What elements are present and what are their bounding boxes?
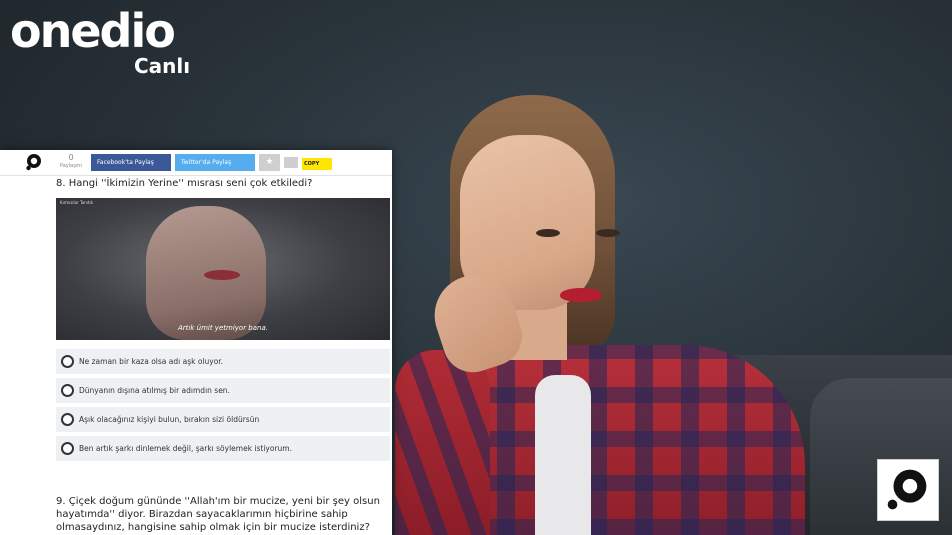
question-8-title: 8. Hangi ''İkimizin Yerine'' mısrası sen… [56,178,313,189]
radio-button[interactable] [61,384,74,397]
right-eye [596,229,620,237]
white-tee [535,375,591,535]
share-count-label: Paylaşım [59,163,83,169]
corner-watermark [877,459,939,521]
guest-arm [395,350,490,535]
onedio-icon[interactable] [25,153,43,171]
favorite-button[interactable]: ★ [259,154,280,171]
answer-label: Dünyanın dışına atılmış bir adımdın sen. [79,386,230,395]
answer-option[interactable]: Ben artık şarkı dinlemek değil, şarkı sö… [56,436,390,461]
brand-logo: onedio Canlı [10,4,190,78]
image-subtitle: Artık ümit yetmiyor bana. [178,324,268,332]
share-count-value: 0 [68,153,74,162]
answer-label: Aşık olacağınız kişiyi bulun, bırakın si… [79,415,260,424]
radio-button[interactable] [61,413,74,426]
question-8-image: Kırmızılar Tanıtık Artık ümit yetmiyor b… [56,198,390,340]
onedio-watermark-icon [887,469,927,510]
answer-option[interactable]: Ne zaman bir kaza olsa adı aşk oluyor. [56,349,390,374]
answer-option[interactable]: Dünyanın dışına atılmış bir adımdın sen. [56,378,390,403]
answer-label: Ne zaman bir kaza olsa adı aşk oluyor. [79,357,224,366]
twitter-share-button[interactable]: Twitter'da Paylaş [175,154,255,171]
twitter-share-label: Twitter'da Paylaş [181,159,232,166]
share-toolbar: 0 Paylaşım Facebook'ta Paylaş Twitter'da… [0,150,392,176]
share-counter: 0 Paylaşım [58,153,84,171]
facebook-share-button[interactable]: Facebook'ta Paylaş [91,154,171,171]
answer-option[interactable]: Aşık olacağınız kişiyi bulun, bırakın si… [56,407,390,432]
radio-button[interactable] [61,442,74,455]
actress-lips [204,270,240,280]
answer-label: Ben artık şarkı dinlemek değil, şarkı sö… [79,444,292,453]
facebook-share-label: Facebook'ta Paylaş [97,159,154,166]
quiz-webpage: 0 Paylaşım Facebook'ta Paylaş Twitter'da… [0,150,392,535]
mail-icon[interactable] [284,157,298,168]
lips [560,288,602,302]
guest-person [395,90,815,535]
brand-subtitle: Canlı [134,54,191,78]
copy-label: COPY [304,161,320,167]
image-tag: Kırmızılar Tanıtık [60,200,93,205]
radio-button[interactable] [61,355,74,368]
copy-button[interactable]: COPY [302,158,332,170]
star-icon: ★ [265,157,274,167]
left-eye [536,229,560,237]
brand-name: onedio [10,4,176,58]
question-9-title: 9. Çiçek doğum gününde ''Allah'ım bir mu… [56,496,380,533]
